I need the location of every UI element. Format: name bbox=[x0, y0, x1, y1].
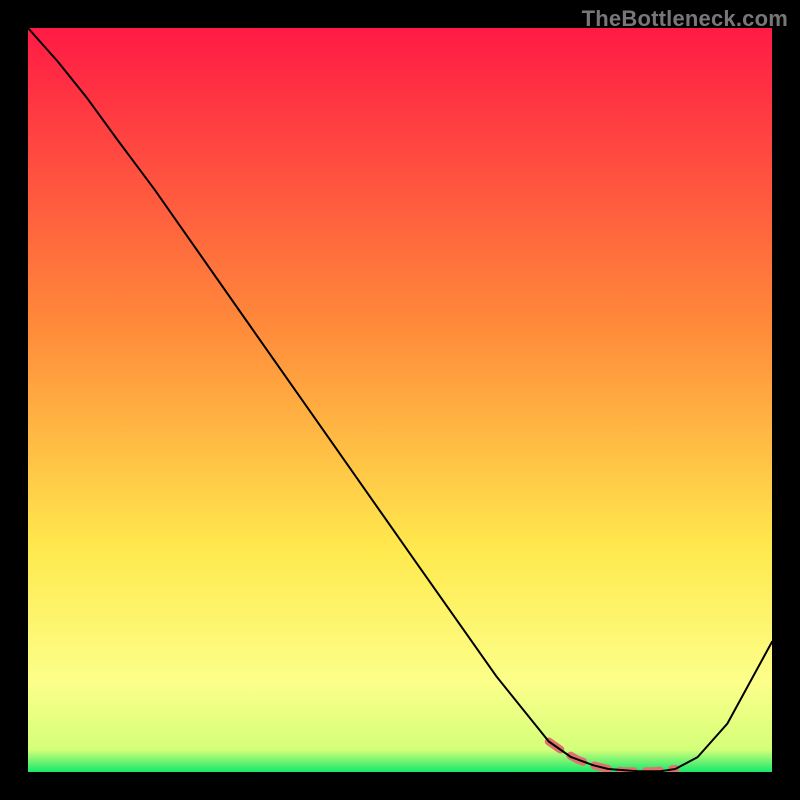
watermark-text: TheBottleneck.com bbox=[582, 6, 788, 32]
chart-frame: TheBottleneck.com bbox=[0, 0, 800, 800]
chart-svg bbox=[28, 28, 772, 772]
plot-area bbox=[28, 28, 772, 772]
gradient-background bbox=[28, 28, 772, 772]
